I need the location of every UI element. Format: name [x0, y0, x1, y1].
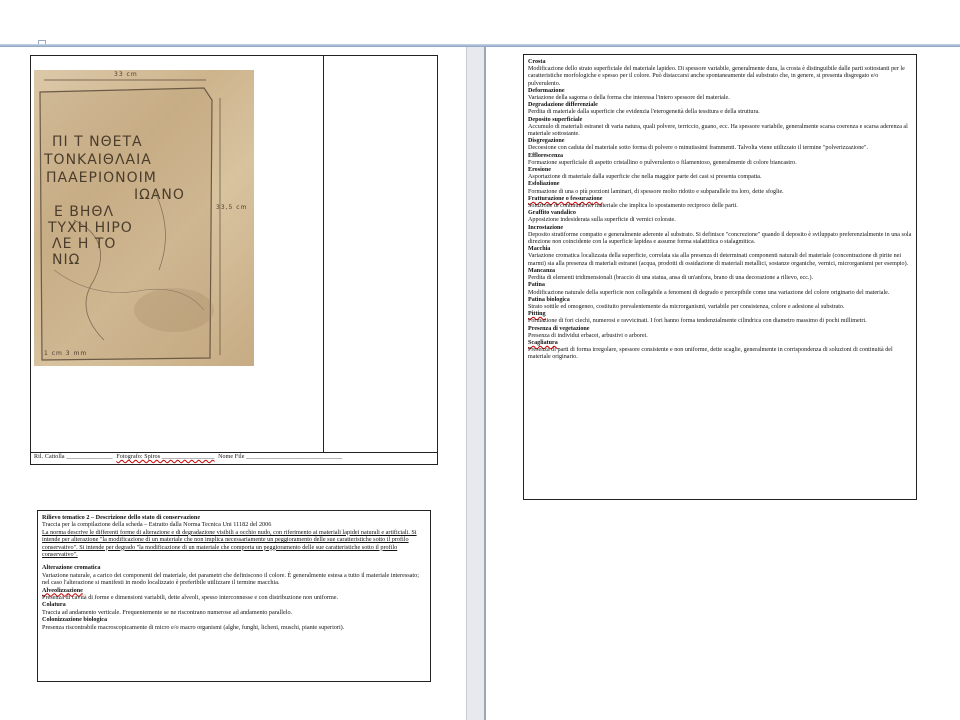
glossary-term: Efflorescenza: [528, 152, 564, 159]
glossary-def: Strato sottile ed omogeneo, costituito p…: [528, 303, 845, 310]
description-intro: La norma descrive le differenti forme di…: [42, 528, 417, 559]
footer-fotografo: Fotografo: Spiros _________________: [116, 454, 215, 460]
glossary-def: Soluzione di continuità nel materiale ch…: [528, 203, 738, 210]
inscription-line: ΛΕ Η ΤΟ: [52, 236, 117, 252]
form-divider-vertical: [323, 55, 324, 453]
glossary-def: Deposito stratiforme compatto e generalm…: [528, 231, 912, 246]
glossary-def: Modificazione naturale della superficie …: [528, 289, 890, 296]
description-def: Traccia ad andamento verticale. Frequent…: [42, 608, 293, 616]
form-divider-horizontal: [30, 452, 438, 453]
glossary-def: Modificazione dello strato superficiale …: [528, 66, 905, 87]
glossary-term: Deposito superficiale: [528, 116, 583, 123]
glossary-def: Formazione di una o più porzioni laminar…: [528, 188, 784, 195]
glossary-term: Esfoliazione: [528, 181, 560, 188]
footer-ril: Ril. Cattolla _______________: [34, 454, 113, 460]
measure-bottom-label: 1 cm 3 mm: [44, 350, 88, 357]
page-gap: [467, 47, 485, 720]
description-term: Colonizzazione biologica: [42, 616, 108, 624]
measure-right-label: 33,5 cm: [216, 204, 248, 211]
glossary-def: Apposizione indesiderata sulla superfici…: [528, 217, 676, 224]
glossary-def: Formazione superficiale di aspetto crist…: [528, 159, 797, 166]
glossary-def: Accumulo di materiali estranei di varia …: [528, 123, 908, 138]
description-term: Alveolizzazione: [42, 586, 83, 594]
inscription-line: ΙΩΑΝΟ: [134, 187, 185, 203]
glossary-def: Perdita di elementi tridimensionali (bra…: [528, 275, 814, 282]
inscription-line: ΠΑΑΕΡΙΟΝΟΙΜ: [46, 170, 157, 186]
description-def: Variazione naturale, a carico dei compon…: [42, 571, 419, 587]
glossary-term: Patina biologica: [528, 296, 570, 303]
glossary-def: Perdita di materiale dalla superficie ch…: [528, 109, 760, 116]
inscription-photo: 33 cm 33,5 cm 1 cm 3 mm ΠΙ Τ ΝΘΕΤΑ ΤΟΝΚΑ…: [34, 70, 254, 366]
inscription-line: ΠΙ Τ ΝΘΕΤΑ: [52, 134, 143, 150]
glossary-def: Presenza di parti di forma irregolare, s…: [528, 347, 893, 361]
footer-nome-file: Nome File ______________________________…: [218, 454, 343, 460]
inscription-line: ΝΙΩ: [52, 252, 81, 268]
description-term: Alterazione cromatica: [42, 564, 101, 572]
description-def: Presenza di cavità di forme e dimensioni…: [42, 594, 339, 602]
glossary-term: Presenza di vegetazione: [528, 325, 590, 332]
glossary-term: Fratturazione o fessurazione: [528, 195, 603, 202]
inscription-line: ΤΥΧΗ ΗΙΡΟ: [48, 220, 133, 236]
glossary-term: Mancanza: [528, 267, 556, 274]
glossary-def: Formazione di fori ciechi, numerosi e ra…: [528, 318, 867, 325]
glossary-def: Variazione della sagoma o della forma ch…: [528, 95, 730, 102]
glossary-def: Presenza di individui erbacei, arbustivi…: [528, 332, 648, 339]
glossary-box: Crosta Modificazione dello strato superf…: [523, 54, 917, 500]
measure-top-label: 33 cm: [114, 71, 138, 78]
glossary-term: Deformazione: [528, 87, 565, 94]
description-def: Presenza riscontrabile macroscopicamente…: [42, 623, 345, 631]
inscription-line: ΤΟΝΚΑΙΘΛΑΙΑ: [44, 152, 152, 168]
document-window-top: [0, 0, 960, 46]
inscription-line: Ε ΒΗΘΛ: [54, 204, 115, 220]
description-title: Rilievo tematico 2 – Descrizione dello s…: [42, 514, 201, 521]
description-subtitle: Traccia per la compilazione della scheda…: [42, 521, 272, 529]
glossary-def: Decoesione con caduta del materiale sott…: [528, 145, 868, 152]
glossary-def: Asportazione di materiale dalla superfic…: [528, 174, 762, 181]
description-box: Rilievo tematico 2 – Descrizione dello s…: [37, 510, 431, 682]
glossary-term: Incrostazione: [528, 224, 564, 231]
glossary-term: Patina: [528, 282, 545, 289]
form-footer: Ril. Cattolla _______________ Fotografo:…: [34, 454, 344, 460]
description-term: Colatura: [42, 601, 66, 609]
glossary-def: Variazione cromatica localizzata della s…: [528, 253, 909, 267]
